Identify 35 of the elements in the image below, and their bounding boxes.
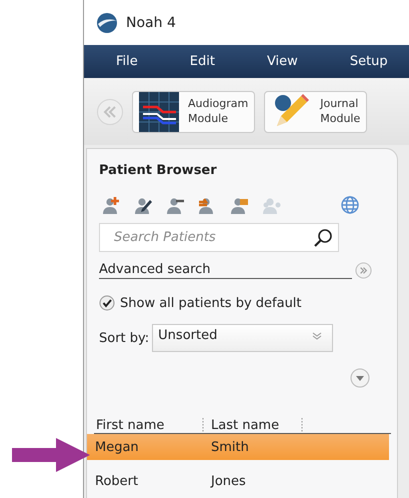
search-icon	[313, 228, 333, 248]
column-header[interactable]: First name	[94, 418, 197, 433]
remove-person-icon[interactable]	[166, 196, 186, 214]
module-button[interactable]: Audiogram Module	[132, 90, 256, 132]
search-field[interactable]: Search Patients	[99, 223, 339, 252]
edit-person-icon[interactable]	[134, 196, 154, 214]
audiogram-icon	[139, 92, 179, 132]
advanced-search-link[interactable]: Advanced search	[99, 262, 352, 279]
chevron-down-icon	[312, 331, 322, 341]
column-resize-icon[interactable]	[300, 418, 304, 433]
module-button[interactable]: Journal Module	[264, 90, 368, 132]
menu-item[interactable]: File	[108, 51, 146, 72]
sort-label: Sort by:	[99, 330, 150, 346]
table-cell: Jones	[211, 474, 246, 488]
add-person-icon[interactable]	[102, 196, 122, 214]
sort-dropdown[interactable]: Unsorted	[152, 324, 334, 352]
table-cell-text: Robert	[95, 474, 140, 488]
expand-icon[interactable]	[355, 262, 372, 279]
checkbox[interactable]	[99, 295, 115, 311]
table-row[interactable]: Robert Jones	[87, 468, 389, 494]
table-row[interactable]: Megan Smith	[87, 434, 389, 460]
checkbox-label: Show all patients by default	[120, 296, 302, 310]
app-logo-icon	[96, 12, 118, 34]
table-cell: Smith	[211, 440, 249, 454]
menu-item[interactable]: Setup	[342, 51, 396, 72]
person-folder-icon[interactable]	[230, 196, 250, 214]
dropdown-circle-icon[interactable]	[350, 368, 370, 388]
window-title: Noah 4	[126, 14, 176, 30]
menu-item[interactable]: View	[258, 51, 306, 72]
column-resize-icon[interactable]	[201, 418, 205, 433]
panel-title: Patient Browser	[99, 163, 217, 178]
globe-icon[interactable]	[340, 195, 360, 215]
table-cell-text: Megan	[95, 440, 140, 454]
column-header[interactable]: Last name	[209, 418, 296, 433]
menu-item[interactable]: Edit	[182, 51, 223, 72]
